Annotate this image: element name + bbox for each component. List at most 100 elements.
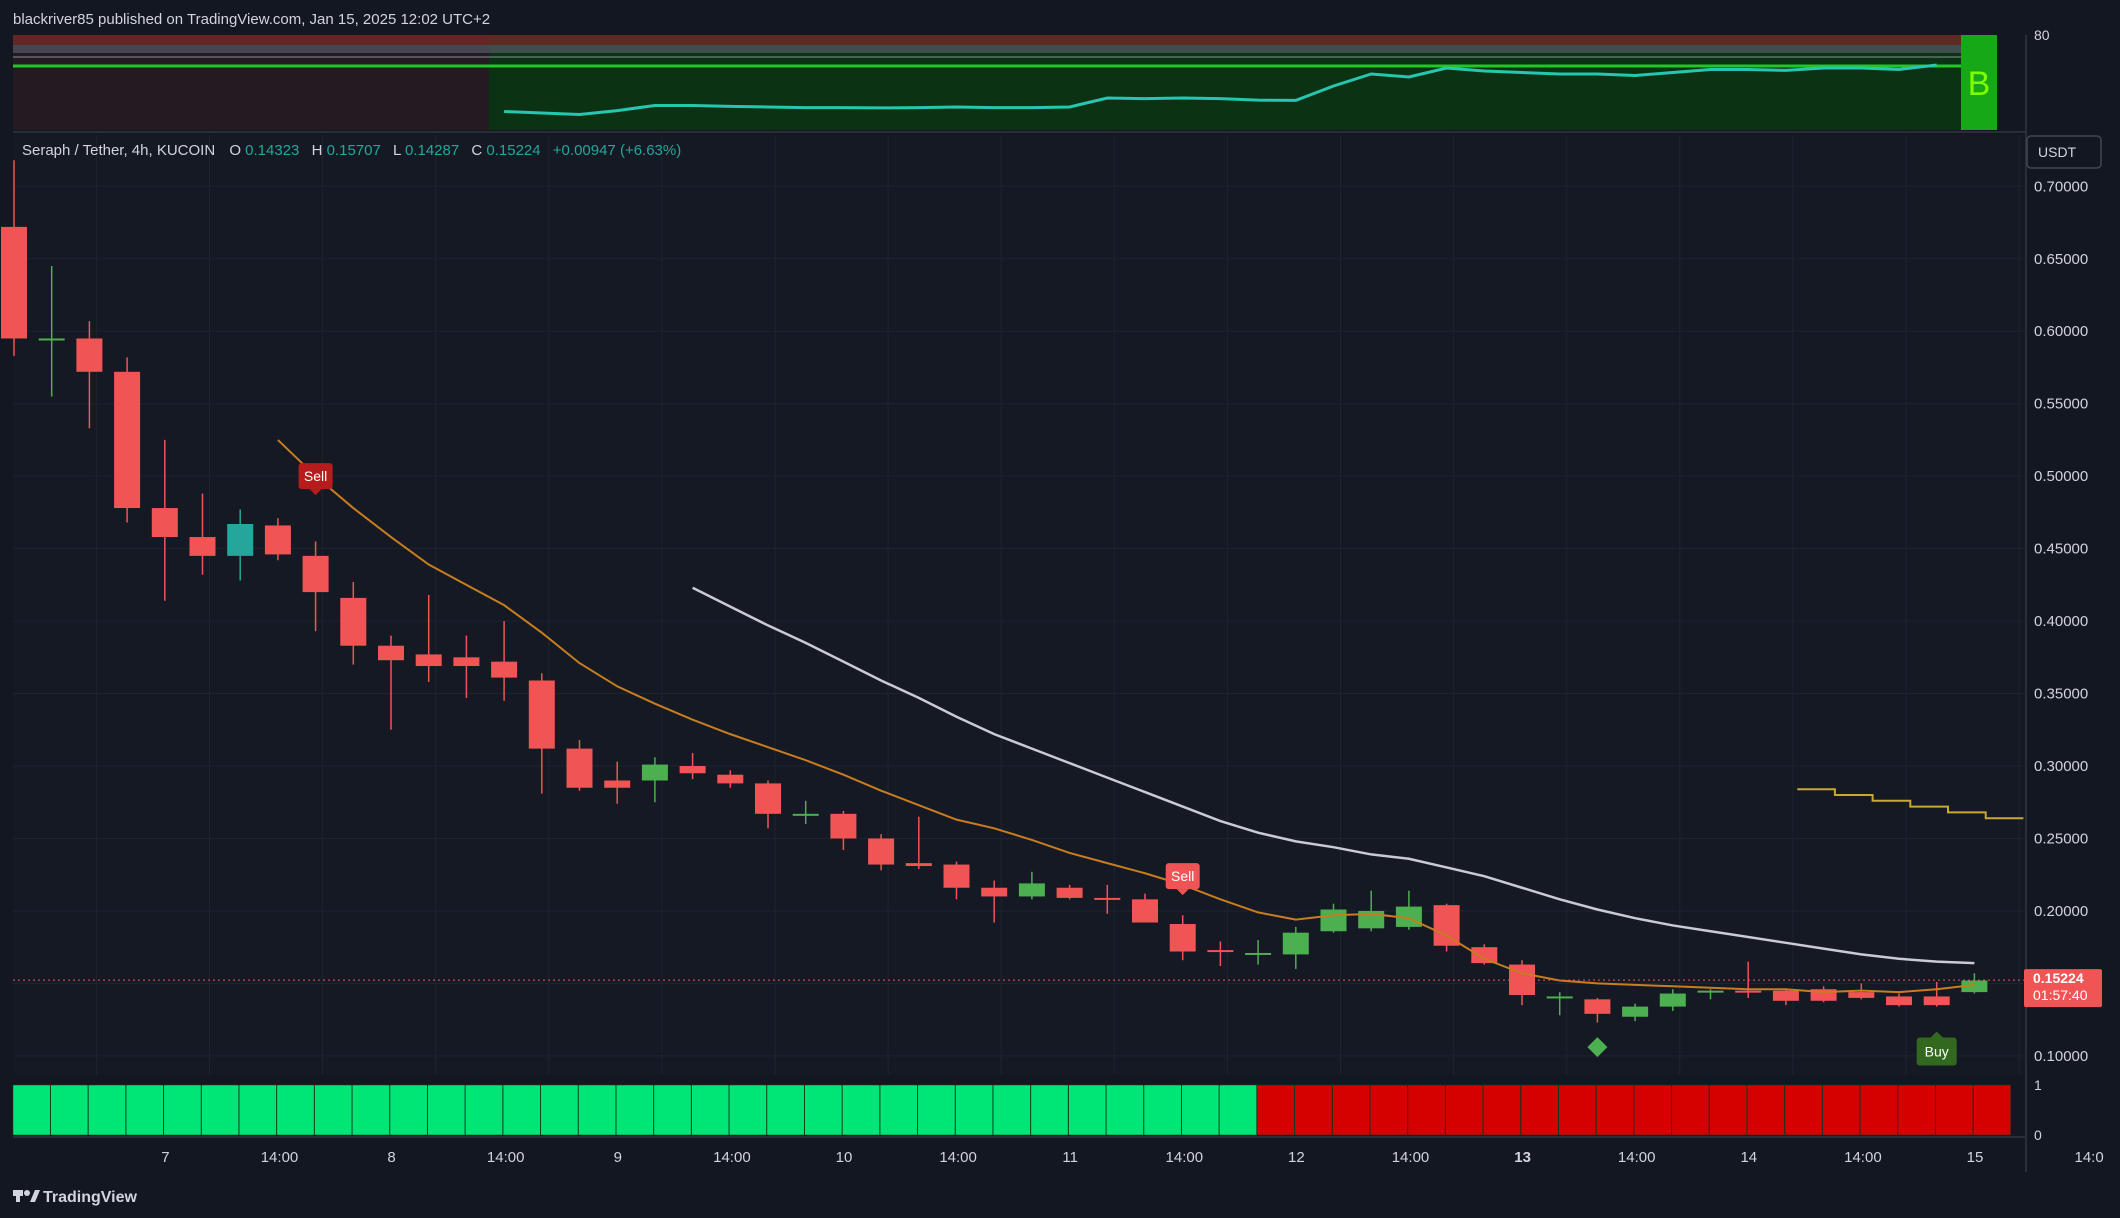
candle-body: [302, 555, 329, 593]
bottom-bar: [1369, 1084, 1408, 1136]
last-price-value: 0.15224: [2033, 970, 2084, 986]
candle-body: [1094, 897, 1121, 900]
signal-label: Sell: [304, 468, 327, 484]
bottom-bar: [1256, 1084, 1295, 1136]
candle-body: [641, 764, 668, 781]
candle-body: [1735, 990, 1762, 993]
time-axis-label: 14:00: [487, 1149, 525, 1166]
candle-body: [378, 645, 404, 661]
bottom-bar: [1294, 1084, 1333, 1136]
candle-body: [1245, 952, 1272, 955]
candle-body: [1207, 950, 1234, 953]
price-axis-label: 0.40000: [2034, 613, 2088, 630]
signal-label: Buy: [1925, 1044, 1949, 1060]
price-axis-label: 0.25000: [2034, 830, 2088, 847]
bottom-bar: [88, 1084, 126, 1136]
bottom-bar: [1860, 1084, 1898, 1136]
legend-o-value: 0.14323: [245, 142, 299, 159]
time-axis-label: 13: [1514, 1149, 1531, 1166]
candle-body: [868, 838, 895, 865]
candle-body: [1282, 932, 1309, 955]
bottom-bar: [1897, 1084, 1936, 1136]
top-axis-label: 80: [2034, 27, 2050, 43]
bottom-bar: [1407, 1084, 1446, 1136]
bottom-bar: [1784, 1084, 1823, 1136]
time-axis-label: 10: [836, 1149, 853, 1166]
candle-body: [491, 661, 518, 678]
bottom-bar: [389, 1084, 428, 1136]
time-axis-label: 14:00: [1392, 1149, 1430, 1166]
bottom-bar: [653, 1084, 692, 1136]
bottom-bar: [691, 1084, 730, 1136]
bottom-bar: [540, 1084, 579, 1136]
bottom-bar: [879, 1084, 918, 1136]
bottom-bar: [276, 1084, 315, 1136]
price-axis-label: 0.55000: [2034, 396, 2088, 413]
candle-body: [1546, 996, 1573, 999]
time-axis-label: 11: [1062, 1149, 1078, 1166]
candle-body: [943, 864, 970, 888]
bottom-bar: [1709, 1084, 1747, 1136]
price-axis-label: 0.10000: [2034, 1048, 2088, 1065]
tradingview-logo-text: TradingView: [43, 1189, 138, 1206]
candle-body: [1772, 990, 1799, 1001]
bottom-bar: [50, 1084, 89, 1136]
candle-body: [1169, 923, 1196, 952]
price-axis-label: 0.60000: [2034, 323, 2088, 340]
candle-body: [1886, 996, 1912, 1006]
time-axis-label: 14:00: [713, 1149, 751, 1166]
bottom-axis-bottom: 0: [2034, 1127, 2042, 1143]
bottom-bar: [1558, 1084, 1597, 1136]
bottom-bar: [578, 1084, 616, 1136]
bottom-bar: [1332, 1084, 1370, 1136]
legend-l-label: L: [393, 142, 401, 159]
bottom-bar: [615, 1084, 654, 1136]
bottom-bar: [1030, 1084, 1069, 1136]
candle-body: [114, 371, 141, 509]
bottom-bar: [1068, 1084, 1107, 1136]
candle-body: [76, 338, 103, 372]
signal-label: Sell: [1171, 868, 1194, 884]
bottom-bar: [125, 1084, 164, 1136]
top-indicator-band-gray: [13, 45, 1975, 53]
time-axis-label: 12: [1288, 1149, 1305, 1166]
candle-body: [1697, 990, 1724, 993]
bottom-indicator-pane: 1 0: [12, 1077, 2042, 1143]
price-axis-label: 0.50000: [2034, 468, 2088, 485]
candle-body: [1320, 909, 1347, 932]
bottom-bar: [1633, 1084, 1672, 1136]
bottom-bar: [1671, 1084, 1710, 1136]
bottom-bar: [1746, 1084, 1785, 1136]
currency-button-label[interactable]: USDT: [2038, 144, 2077, 160]
bottom-bar: [502, 1084, 541, 1136]
time-axis-label: 8: [387, 1149, 395, 1166]
currency-button[interactable]: USDT: [2026, 135, 2102, 169]
time-axis-label: 7: [161, 1149, 169, 1166]
candle-body: [1848, 992, 1875, 998]
candle-body: [717, 774, 744, 784]
candle-body: [264, 525, 291, 555]
bottom-bar: [1483, 1084, 1521, 1136]
legend-c-value: 0.15224: [486, 142, 540, 159]
candle-body: [1471, 947, 1498, 964]
published-text: blackriver85 published on TradingView.co…: [13, 11, 490, 28]
bottom-bar: [917, 1084, 956, 1136]
bottom-bar: [163, 1084, 202, 1136]
time-axis-label: 14:0: [2074, 1149, 2103, 1166]
top-indicator-band-red: [13, 35, 1975, 45]
legend-change: +0.00947 (+6.63%): [553, 142, 681, 159]
time-axis-label: 14:00: [1618, 1149, 1656, 1166]
candle-body: [151, 508, 178, 538]
bottom-bar: [729, 1084, 767, 1136]
legend-symbol: Seraph / Tether, 4h, KUCOIN: [22, 142, 215, 159]
legend-l-value: 0.14287: [405, 142, 459, 159]
candle-body: [566, 748, 593, 788]
candle-body: [189, 537, 216, 556]
bottom-bar: [1520, 1084, 1559, 1136]
legend-o-label: O: [229, 142, 241, 159]
bottom-bar: [766, 1084, 805, 1136]
bottom-bar: [842, 1084, 880, 1136]
bottom-bar: [1973, 1084, 2011, 1136]
candle-body: [830, 813, 857, 839]
candle-body: [528, 680, 555, 749]
